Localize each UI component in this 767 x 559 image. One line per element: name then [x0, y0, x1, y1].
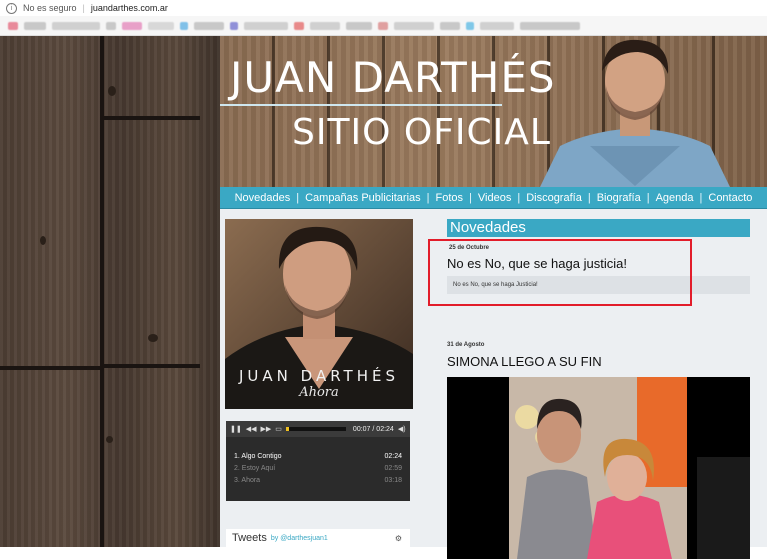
- bookmark-item[interactable]: [194, 21, 224, 30]
- nav-item-agenda[interactable]: Agenda: [650, 192, 700, 204]
- nav-item-campanas-publicitarias[interactable]: Campañas Publicitarias: [299, 192, 427, 204]
- bookmarks-bar: [0, 16, 767, 36]
- playlist-track[interactable]: 1. Algo Contigo 02:24: [226, 451, 410, 463]
- bookmark-item[interactable]: [244, 21, 288, 30]
- tweets-widget: Tweets by @darthesjuan1 ⚙: [226, 529, 410, 547]
- album-artist: JUAN DARTHÉS: [239, 367, 399, 385]
- album-cover[interactable]: JUAN DARTHÉS Ahora: [225, 219, 413, 409]
- bookmark-item[interactable]: [106, 21, 116, 30]
- time-display: 00:07 / 02:24: [352, 425, 394, 433]
- site-banner: JUAN DARTHÉS SITIO OFICIAL: [220, 36, 767, 187]
- bookmark-item[interactable]: [148, 21, 174, 30]
- bookmark-item[interactable]: [24, 21, 46, 30]
- bookmark-item[interactable]: [294, 21, 304, 30]
- news-header: Novedades: [447, 219, 750, 237]
- tweets-title: Tweets: [232, 532, 267, 544]
- bookmark-item[interactable]: [52, 21, 100, 30]
- post-photo: [447, 377, 750, 559]
- info-icon[interactable]: i: [6, 2, 17, 14]
- player-controls: ❚❚ ◀◀ ▶▶ ▭ 00:07 / 02:24 ◀): [226, 421, 410, 437]
- nav-item-novedades[interactable]: Novedades: [229, 192, 297, 204]
- current-time: 00:07: [352, 425, 371, 433]
- track-title: 1. Algo Contigo: [234, 453, 282, 460]
- playlist: 1. Algo Contigo 02:24 2. Estoy Aquí 02:59 3.…: [226, 451, 410, 487]
- total-time: 02:24: [376, 425, 394, 433]
- bookmark-item[interactable]: [180, 21, 188, 30]
- address-bar[interactable]: i No es seguro | juandarthes.com.ar: [0, 0, 767, 16]
- main-navigation: Novedades | Campañas Publicitarias | Fotos | V…: [220, 187, 767, 209]
- bookmark-item[interactable]: [378, 21, 388, 30]
- nav-item-videos[interactable]: Videos: [472, 192, 517, 204]
- post-date: 31 de Agosto: [447, 342, 485, 348]
- site-title: JUAN DARTHÉS: [230, 53, 556, 102]
- track-duration: 03:18: [384, 477, 402, 484]
- previous-icon[interactable]: ◀◀: [246, 425, 257, 433]
- track-duration: 02:59: [384, 465, 402, 472]
- pause-icon[interactable]: ❚❚: [230, 425, 242, 433]
- nav-item-discografia[interactable]: Discografía: [520, 192, 588, 204]
- bookmark-item[interactable]: [346, 21, 372, 30]
- playlist-track[interactable]: 3. Ahora 03:18: [226, 475, 410, 487]
- address-separator: |: [82, 3, 85, 13]
- bookmark-item[interactable]: [122, 21, 142, 30]
- bookmark-item[interactable]: [230, 21, 238, 30]
- nav-item-biografia[interactable]: Biografía: [591, 192, 647, 204]
- progress-bar[interactable]: [285, 427, 346, 431]
- bookmark-item[interactable]: [520, 21, 580, 30]
- annotation-highlight-box: [428, 239, 692, 306]
- security-label: No es seguro: [23, 3, 77, 13]
- album-title: Ahora: [299, 385, 339, 400]
- bookmark-item[interactable]: [480, 21, 514, 30]
- track-title: 3. Ahora: [234, 477, 261, 484]
- nav-item-fotos[interactable]: Fotos: [430, 192, 470, 204]
- bookmark-item[interactable]: [394, 21, 434, 30]
- bookmark-item[interactable]: [440, 21, 460, 30]
- bookmark-item[interactable]: [310, 21, 340, 30]
- tweets-author-link[interactable]: by @darthesjuan1: [271, 535, 328, 542]
- bookmark-item[interactable]: [8, 21, 18, 30]
- next-icon[interactable]: ▶▶: [261, 425, 272, 433]
- progress-fill: [285, 427, 289, 431]
- playlist-track[interactable]: 2. Estoy Aquí 02:59: [226, 463, 410, 475]
- wood-background: [0, 36, 220, 547]
- track-title: 2. Estoy Aquí: [234, 465, 276, 472]
- volume-icon[interactable]: ◀): [398, 425, 406, 433]
- nav-item-contacto[interactable]: Contacto: [702, 192, 758, 204]
- site-subtitle: SITIO OFICIAL: [292, 112, 551, 153]
- title-divider: [220, 104, 502, 106]
- track-duration: 02:24: [384, 453, 402, 460]
- artist-portrait: [540, 39, 730, 187]
- settings-icon[interactable]: ⚙: [395, 534, 402, 543]
- bookmark-item[interactable]: [466, 21, 474, 30]
- post-title-link[interactable]: SIMONA LLEGO A SU FIN: [447, 354, 602, 369]
- post-image[interactable]: [447, 377, 750, 559]
- music-player: ❚❚ ◀◀ ▶▶ ▭ 00:07 / 02:24 ◀) 1. Algo Cont…: [226, 421, 410, 501]
- url-text[interactable]: juandarthes.com.ar: [91, 3, 168, 13]
- fullscreen-icon[interactable]: ▭: [275, 425, 282, 433]
